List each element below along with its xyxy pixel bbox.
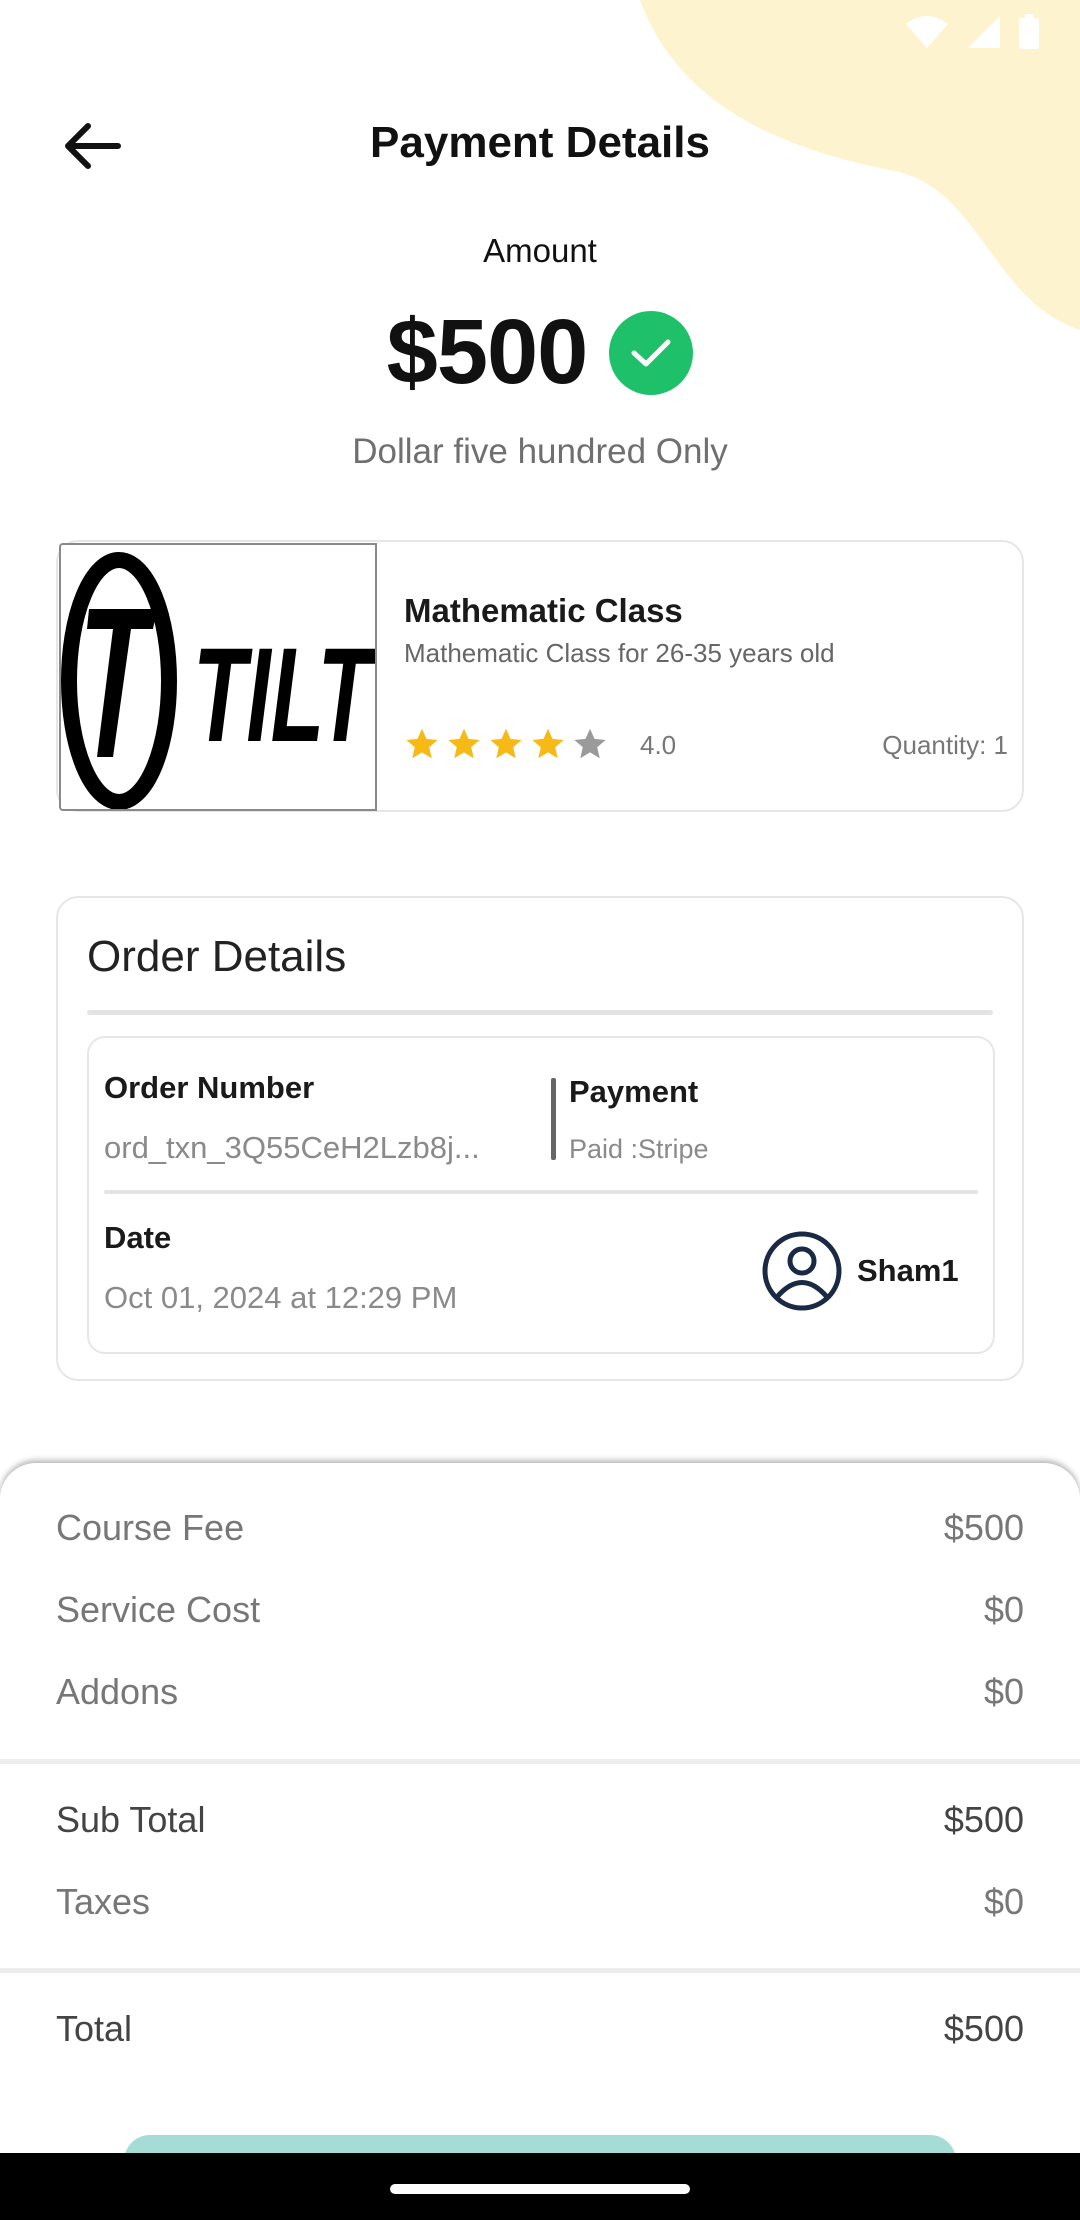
battery-icon xyxy=(1019,14,1039,49)
star-icon xyxy=(574,728,606,759)
amount-label: Amount xyxy=(483,232,597,269)
amount-row: $500 xyxy=(0,300,1080,405)
order-number-value[interactable]: ord_txn_3Q55CeH2Lzb8j... xyxy=(104,1130,544,1166)
user-avatar-icon xyxy=(762,1231,842,1311)
amount-in-words: Dollar five hundred Only xyxy=(352,432,728,471)
product-logo: TILT xyxy=(59,543,377,811)
home-indicator[interactable] xyxy=(390,2184,690,2194)
quantity-label: Quantity: 1 xyxy=(882,730,1008,760)
total-value: $500 xyxy=(943,2008,1024,2049)
wifi-icon xyxy=(906,16,948,48)
service-cost-label: Service Cost xyxy=(56,1589,261,1630)
star-icon xyxy=(532,728,564,759)
order-details-card: Order Details Order Number ord_txn_3Q55C… xyxy=(56,896,1024,1381)
rating-stars xyxy=(404,726,608,762)
primary-action-button[interactable] xyxy=(124,2135,956,2153)
rating-value: 4.0 xyxy=(640,730,677,760)
vertical-divider xyxy=(551,1078,556,1160)
total-label: Total xyxy=(56,2008,133,2049)
payment-value: Paid :Stripe xyxy=(569,1134,709,1164)
product-card[interactable]: TILT Mathematic Class Mathematic Class f… xyxy=(56,540,1024,812)
subtotal-value: $500 xyxy=(943,1799,1024,1840)
order-number-label: Order Number xyxy=(104,1070,315,1105)
status-bar xyxy=(904,14,1040,50)
logo-text: TILT xyxy=(193,621,377,770)
subtotal-label: Sub Total xyxy=(56,1799,206,1840)
product-description: Mathematic Class for 26-35 years old xyxy=(404,638,835,668)
product-title: Mathematic Class xyxy=(404,592,683,629)
divider xyxy=(0,1759,1080,1764)
course-fee-value: $500 xyxy=(943,1507,1024,1548)
success-check-icon xyxy=(609,310,694,395)
user-chip[interactable]: Sham1 xyxy=(761,1230,959,1312)
addons-label: Addons xyxy=(56,1671,179,1712)
divider xyxy=(104,1190,978,1194)
course-fee-row: Course Fee $500 xyxy=(56,1507,1024,1549)
background-blob xyxy=(640,0,1080,330)
divider xyxy=(0,1968,1080,1973)
service-cost-row: Service Cost $0 xyxy=(56,1589,1024,1631)
divider xyxy=(87,1010,993,1015)
taxes-row: Taxes $0 xyxy=(56,1881,1024,1923)
amount-value: $500 xyxy=(386,301,589,403)
star-icon xyxy=(490,728,522,759)
cellular-signal-icon xyxy=(968,16,1000,48)
date-value: Oct 01, 2024 at 12:29 PM xyxy=(104,1280,458,1315)
total-row: Total $500 xyxy=(56,2008,1024,2050)
order-info-box: Order Number ord_txn_3Q55CeH2Lzb8j... Pa… xyxy=(87,1036,995,1354)
addons-value: $0 xyxy=(983,1671,1024,1712)
star-icon xyxy=(448,728,480,759)
price-summary-sheet: Course Fee $500 Service Cost $0 Addons $… xyxy=(0,1463,1080,2153)
system-navigation-bar xyxy=(0,2153,1080,2220)
taxes-value: $0 xyxy=(983,1881,1024,1922)
payment-label: Payment xyxy=(569,1074,699,1109)
page-title: Payment Details xyxy=(370,118,710,167)
date-label: Date xyxy=(104,1220,172,1255)
taxes-label: Taxes xyxy=(56,1881,151,1922)
star-icon xyxy=(406,728,438,759)
order-details-title: Order Details xyxy=(87,932,347,981)
addons-row: Addons $0 xyxy=(56,1671,1024,1713)
subtotal-row: Sub Total $500 xyxy=(56,1799,1024,1841)
service-cost-value: $0 xyxy=(983,1589,1024,1630)
user-name: Sham1 xyxy=(857,1253,959,1288)
course-fee-label: Course Fee xyxy=(56,1507,245,1548)
